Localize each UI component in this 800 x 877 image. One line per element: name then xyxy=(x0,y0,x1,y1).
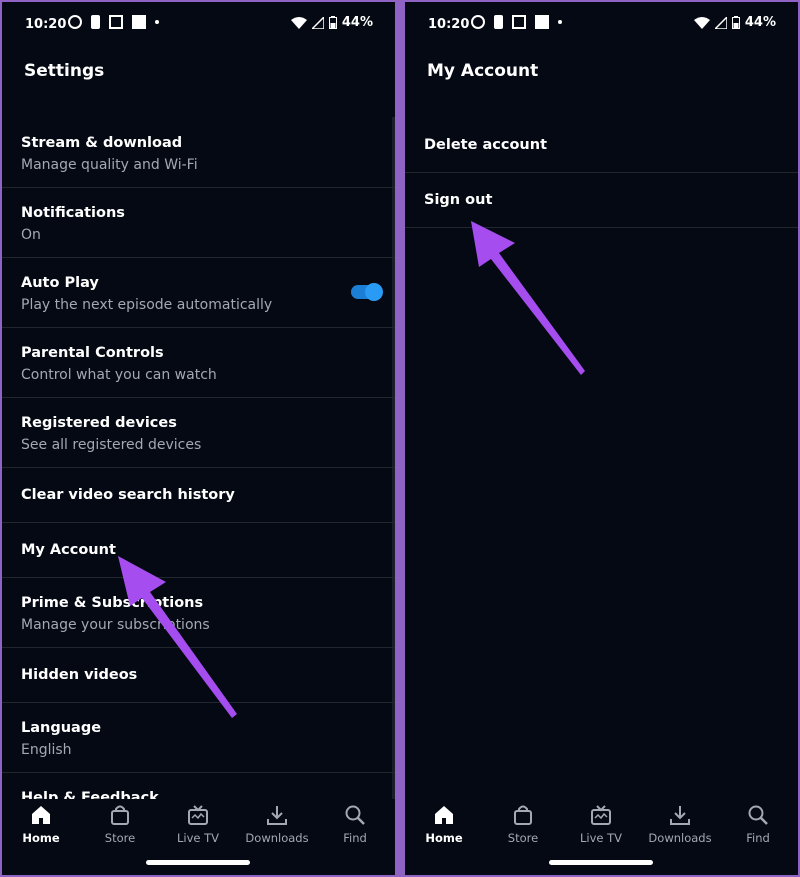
battery-icon xyxy=(731,16,740,29)
nav-store[interactable]: Store xyxy=(81,805,159,845)
item-title: Notifications xyxy=(21,205,125,221)
item-subtitle: Play the next episode automatically xyxy=(21,297,273,313)
item-title: My Account xyxy=(21,542,116,558)
nav-label: Downloads xyxy=(245,831,309,845)
download-icon xyxy=(670,806,690,825)
item-subtitle: On xyxy=(21,227,41,243)
search-icon xyxy=(345,805,365,825)
item-subtitle: Manage quality and Wi-Fi xyxy=(21,157,198,173)
nav-label: Live TV xyxy=(579,831,623,845)
battery-percent: 44% xyxy=(341,15,373,30)
whatsapp-icon xyxy=(68,15,82,29)
settings-item-registered-devices[interactable]: Registered devices See all registered de… xyxy=(2,398,395,468)
item-title: Parental Controls xyxy=(21,345,164,361)
settings-list: Stream & download Manage quality and Wi-… xyxy=(2,118,395,843)
nav-downloads[interactable]: Downloads xyxy=(238,805,316,845)
pointer-arrow xyxy=(471,221,585,375)
scan-icon xyxy=(109,15,123,29)
nav-find[interactable]: Find xyxy=(719,805,797,845)
bottom-nav: Home Store Live TV Downloads Find xyxy=(405,799,798,875)
nav-home[interactable]: Home xyxy=(405,805,483,845)
nav-find[interactable]: Find xyxy=(316,805,394,845)
home-indicator[interactable] xyxy=(549,860,653,865)
page-title: My Account xyxy=(427,61,539,81)
scan-icon xyxy=(512,15,526,29)
settings-item-clear-search-history[interactable]: Clear video search history xyxy=(2,468,395,523)
item-title: Registered devices xyxy=(21,415,177,431)
id-icon xyxy=(91,15,100,29)
battery-percent: 44% xyxy=(744,15,776,30)
status-bar: 10:20 44% xyxy=(405,2,798,50)
settings-item-auto-play[interactable]: Auto Play Play the next episode automati… xyxy=(2,258,395,328)
page-title: Settings xyxy=(24,61,105,81)
item-subtitle: See all registered devices xyxy=(21,437,202,453)
square-icon xyxy=(132,15,146,29)
home-icon xyxy=(32,806,50,824)
wifi-icon xyxy=(693,16,710,29)
signal-icon xyxy=(311,16,324,29)
wifi-icon xyxy=(290,16,307,29)
status-time: 10:20 xyxy=(25,17,67,32)
home-indicator[interactable] xyxy=(146,860,250,865)
account-list: Delete account Sign out xyxy=(405,118,798,228)
auto-play-toggle[interactable] xyxy=(351,283,383,301)
nav-live-tv[interactable]: Live TV xyxy=(159,805,237,845)
shopping-bag-icon xyxy=(514,805,532,825)
whatsapp-icon xyxy=(471,15,485,29)
nav-label: Home xyxy=(22,831,60,845)
nav-label: Store xyxy=(507,831,539,845)
account-item-delete-account[interactable]: Delete account xyxy=(405,118,798,173)
search-icon xyxy=(748,805,768,825)
item-title: Language xyxy=(21,720,102,736)
tv-icon xyxy=(188,805,208,825)
nav-label: Downloads xyxy=(648,831,712,845)
dot-icon xyxy=(155,20,159,24)
pointer-arrow xyxy=(118,556,237,718)
tv-icon xyxy=(591,805,611,825)
battery-icon xyxy=(328,16,337,29)
status-bar: 10:20 44% xyxy=(2,2,395,50)
account-item-sign-out[interactable]: Sign out xyxy=(405,173,798,228)
settings-item-stream-download[interactable]: Stream & download Manage quality and Wi-… xyxy=(2,118,395,188)
id-icon xyxy=(494,15,503,29)
item-subtitle: English xyxy=(21,742,72,758)
my-account-screen: 10:20 44% My Account Delete account Sign… xyxy=(405,2,798,875)
nav-live-tv[interactable]: Live TV xyxy=(562,805,640,845)
nav-downloads[interactable]: Downloads xyxy=(641,805,719,845)
item-title: Clear video search history xyxy=(21,487,235,503)
download-icon xyxy=(267,806,287,825)
settings-item-parental-controls[interactable]: Parental Controls Control what you can w… xyxy=(2,328,395,398)
item-title: Stream & download xyxy=(21,135,183,151)
nav-label: Find xyxy=(746,831,770,845)
home-icon xyxy=(435,806,453,824)
nav-label: Live TV xyxy=(176,831,220,845)
status-time: 10:20 xyxy=(428,17,470,32)
dot-icon xyxy=(558,20,562,24)
settings-screen: 10:20 44% Settings Stream & download Man… xyxy=(2,2,395,875)
nav-label: Store xyxy=(104,831,136,845)
item-title: Sign out xyxy=(424,192,493,208)
shopping-bag-icon xyxy=(111,805,129,825)
nav-label: Home xyxy=(425,831,463,845)
nav-home[interactable]: Home xyxy=(2,805,80,845)
settings-item-notifications[interactable]: Notifications On xyxy=(2,188,395,258)
signal-icon xyxy=(714,16,727,29)
nav-label: Find xyxy=(343,831,367,845)
item-title: Auto Play xyxy=(21,275,99,291)
item-subtitle: Control what you can watch xyxy=(21,367,217,383)
nav-store[interactable]: Store xyxy=(484,805,562,845)
bottom-nav: Home Store Live TV Downloads Find xyxy=(2,799,395,875)
item-title: Delete account xyxy=(424,137,548,153)
toggle-knob xyxy=(365,283,383,301)
square-icon xyxy=(535,15,549,29)
